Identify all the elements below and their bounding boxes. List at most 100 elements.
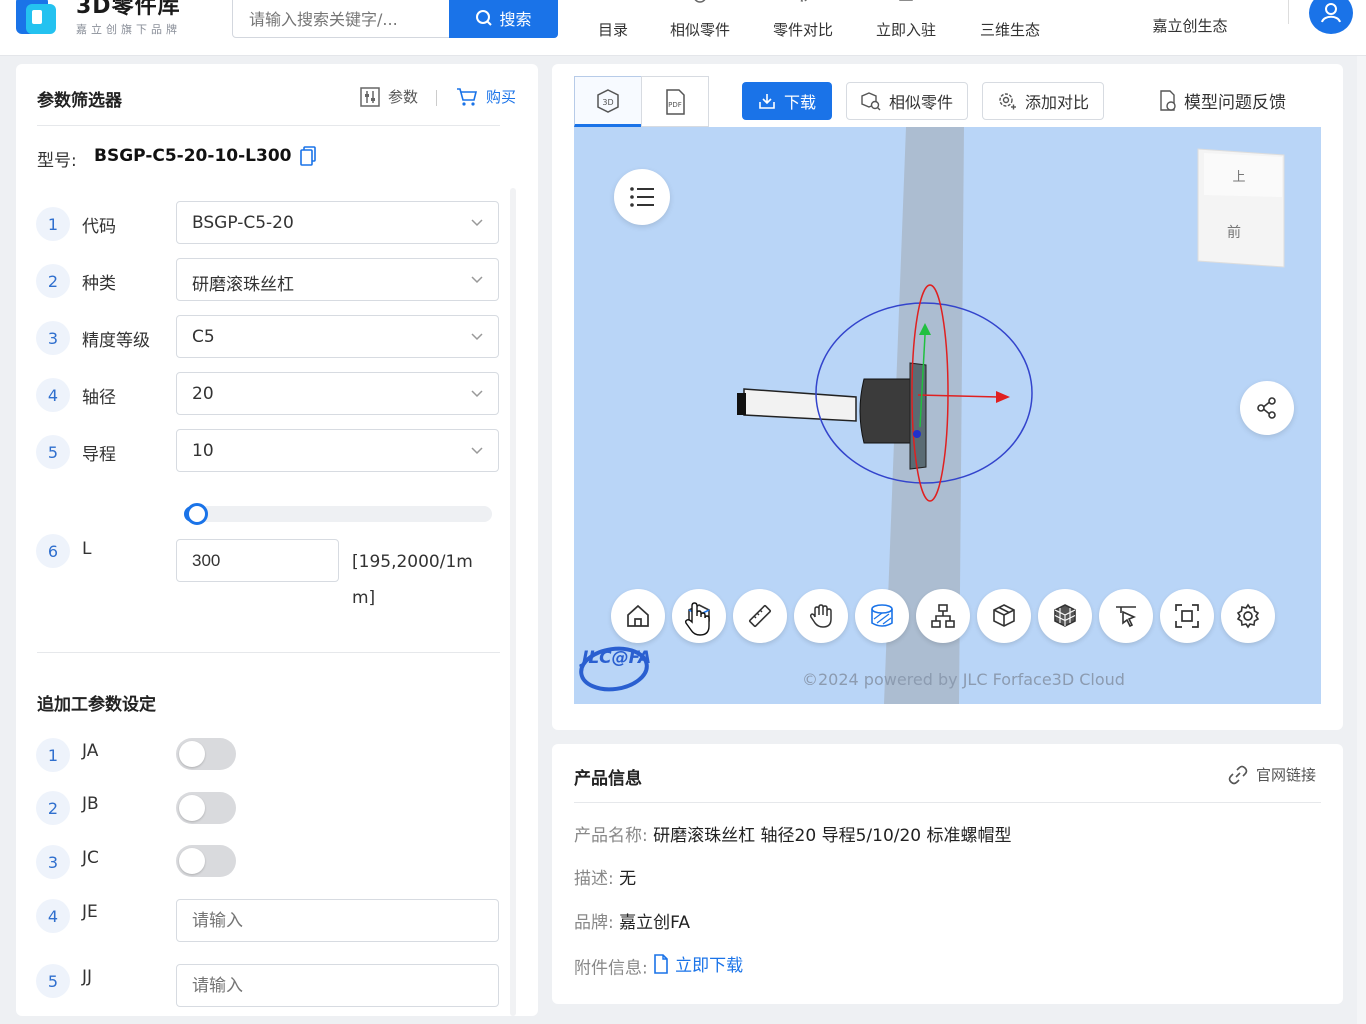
settings-button[interactable] xyxy=(1221,589,1275,643)
pan-hand-icon xyxy=(809,604,832,628)
param-name: JB xyxy=(82,794,99,814)
nav-join[interactable]: 立即入驻 xyxy=(870,0,942,56)
ecosystem-icon xyxy=(1175,0,1205,4)
select-value: C5 xyxy=(192,327,215,347)
param-name: 种类 xyxy=(82,274,116,294)
length-slider-track[interactable] xyxy=(184,506,492,522)
search-button[interactable]: 搜索 xyxy=(449,0,558,38)
fit-view-button[interactable] xyxy=(1160,589,1214,643)
annotate-icon xyxy=(1116,606,1137,628)
logo-icon[interactable] xyxy=(14,0,64,40)
param-number: 4 xyxy=(36,378,70,412)
param-number: 1 xyxy=(36,207,70,241)
nav-compare-label: 零件对比 xyxy=(772,21,833,39)
chevron-down-icon xyxy=(471,333,483,341)
tab-3d[interactable]: 3D xyxy=(574,76,642,127)
similar-parts-button[interactable]: 相似零件 xyxy=(846,82,968,120)
product-info-title: 产品信息 xyxy=(574,769,642,789)
nav-similar-parts[interactable]: 相似零件 xyxy=(664,0,736,56)
model-tree-menu-button[interactable] xyxy=(614,169,670,225)
shaft-diameter-select[interactable]: 20 xyxy=(176,372,499,415)
model-feedback-link[interactable]: 模型问题反馈 xyxy=(1158,88,1286,113)
render-mode-button[interactable] xyxy=(1038,589,1092,643)
tab-pdf[interactable]: PDF xyxy=(641,76,709,127)
length-input[interactable] xyxy=(176,539,339,582)
je-input[interactable] xyxy=(176,899,499,942)
file-icon xyxy=(654,953,668,974)
param-number: 4 xyxy=(36,899,70,933)
pan-button[interactable] xyxy=(794,589,848,643)
product-info-panel: 产品信息 官网链接 产品名称: 研磨滚珠丝杠 轴径20 导程5/10/20 标准… xyxy=(552,744,1343,1004)
section-divider xyxy=(37,652,500,653)
buy-label: 购买 xyxy=(486,88,517,106)
params-icon xyxy=(360,86,380,107)
user-icon xyxy=(1321,3,1341,23)
search-icon xyxy=(476,10,493,26)
select-value: BSGP-C5-20 xyxy=(192,213,294,233)
catalog-icon xyxy=(602,0,624,8)
param-number: 5 xyxy=(36,964,70,998)
cube-front-label: 前 xyxy=(1227,224,1241,241)
official-site-label: 官网链接 xyxy=(1256,766,1317,784)
param-number: 3 xyxy=(36,321,70,355)
ja-toggle[interactable] xyxy=(176,738,236,770)
jc-toggle[interactable] xyxy=(176,845,236,877)
nav-catalog[interactable]: 目录 xyxy=(590,0,636,56)
annotate-button[interactable] xyxy=(1099,589,1153,643)
search-button-label: 搜索 xyxy=(499,10,532,29)
nav-compare[interactable]: 零件对比 xyxy=(767,0,839,56)
similar-parts-icon xyxy=(694,0,706,3)
section-icon xyxy=(871,604,893,627)
params-button[interactable]: 参数 xyxy=(360,86,418,107)
measure-button[interactable] xyxy=(733,589,787,643)
similar-parts-icon xyxy=(861,92,881,111)
filter-title: 参数筛选器 xyxy=(37,91,122,111)
product-desc-key: 描述: xyxy=(574,869,614,889)
code-select[interactable]: BSGP-C5-20 xyxy=(176,201,499,244)
3d-cube-icon: 3D xyxy=(597,88,619,113)
jj-input[interactable] xyxy=(176,964,499,1007)
view-cube[interactable]: 上 前 xyxy=(1197,148,1285,268)
type-select[interactable]: 研磨滚珠丝杠 xyxy=(176,258,499,301)
link-icon xyxy=(1228,765,1248,784)
3d-viewport[interactable]: 上 前 JLC@FA ©2024 powered by JLC Forface3… xyxy=(574,127,1321,704)
copy-icon[interactable] xyxy=(300,146,316,166)
search-box: 搜索 xyxy=(232,0,558,38)
section-button[interactable] xyxy=(855,589,909,643)
render-mode-icon xyxy=(1054,604,1076,627)
toggle-knob xyxy=(179,741,205,767)
logo-subtitle: 嘉立创旗下品牌 xyxy=(76,23,181,36)
length-slider-handle[interactable] xyxy=(186,503,208,525)
user-avatar[interactable] xyxy=(1309,0,1353,34)
share-button[interactable] xyxy=(1240,381,1294,435)
model-feedback-label: 模型问题反馈 xyxy=(1184,93,1286,113)
product-attachment-row: 附件信息: 立即下载 xyxy=(574,951,743,979)
param-name: JC xyxy=(82,848,99,868)
accuracy-select[interactable]: C5 xyxy=(176,315,499,358)
add-compare-button[interactable]: 添加对比 xyxy=(982,82,1104,120)
filter-divider xyxy=(37,125,500,126)
toolbar-separator xyxy=(436,90,437,106)
buy-button[interactable]: 购买 xyxy=(456,86,516,107)
filter-scrollbar[interactable] xyxy=(510,188,516,1016)
screw-shaft xyxy=(743,388,857,422)
svg-text:PDF: PDF xyxy=(668,101,682,109)
extra-processing-title: 追加工参数设定 xyxy=(37,695,156,715)
structure-tree-button[interactable] xyxy=(916,589,970,643)
settings-icon xyxy=(1236,603,1260,629)
list-icon xyxy=(630,187,654,207)
select-value: 20 xyxy=(192,384,214,404)
page-scrollbar[interactable] xyxy=(1357,56,1366,1024)
official-site-link[interactable]: 官网链接 xyxy=(1228,764,1316,785)
param-number: 6 xyxy=(36,534,70,568)
fit-view-icon xyxy=(1175,604,1199,628)
nav-jlc-ecosystem[interactable]: 嘉立创生态 xyxy=(1146,0,1234,52)
search-input[interactable] xyxy=(233,0,449,37)
jb-toggle[interactable] xyxy=(176,792,236,824)
lead-select[interactable]: 10 xyxy=(176,429,499,472)
explode-view-button[interactable] xyxy=(977,589,1031,643)
nav-3d-ecosystem[interactable]: 三维生态 xyxy=(974,0,1046,56)
product-brand-row: 品牌: 嘉立创FA xyxy=(574,908,690,933)
download-button[interactable]: 下载 xyxy=(742,82,832,120)
attachment-download-link[interactable]: 立即下载 xyxy=(653,951,743,976)
